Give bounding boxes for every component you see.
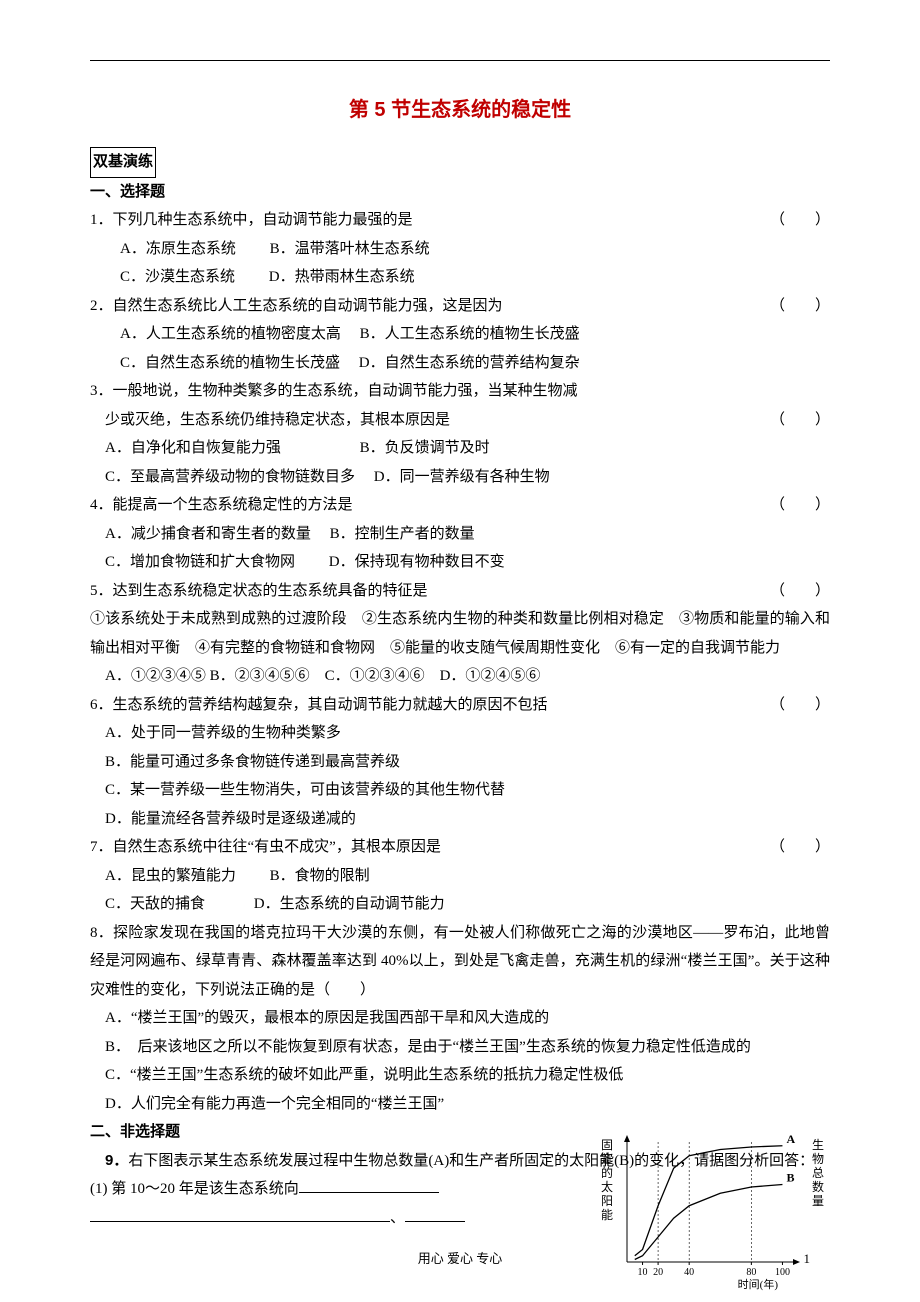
q9-sep: 、: [390, 1210, 405, 1226]
fill-blank-long: [90, 1207, 390, 1222]
q7-stem: 7．自然生态系统中往往“有虫不成灾”，其根本原因是: [90, 833, 770, 862]
q3-optA: A．自净化和自恢复能力强: [105, 440, 281, 456]
q2-optC: C．自然生态系统的植物生长茂盛: [120, 355, 340, 371]
svg-text:A: A: [786, 1132, 795, 1146]
q3-stem-line2: 少或灭绝，生态系统仍维持稳定状态，其根本原因是 （ ）: [90, 406, 830, 435]
q5-opts: A．①②③④⑤ B．②③④⑤⑥ C．①②③④⑥ D．①②④⑤⑥: [90, 662, 830, 691]
svg-text:定: 定: [601, 1151, 613, 1166]
q4-opts-row2: C．增加食物链和扩大食物网 D．保持现有物种数目不变: [90, 548, 830, 577]
q4-stem: 4．能提高一个生态系统稳定性的方法是: [90, 491, 770, 520]
q4-optC: C．增加食物链和扩大食物网: [105, 554, 295, 570]
svg-text:100: 100: [775, 1267, 790, 1278]
section-label-box: 双基演练: [90, 147, 156, 178]
q7-optA: A．昆虫的繁殖能力: [105, 868, 236, 884]
q3-paren: （ ）: [770, 406, 830, 435]
q6-optD: D．能量流经各营养级时是逐级递减的: [90, 805, 830, 834]
q8-optA: A．“楼兰王国”的毁灭，最根本的原因是我国西部干旱和风大造成的: [90, 1004, 830, 1033]
q4-optA: A．减少捕食者和寄生者的数量: [105, 526, 311, 542]
svg-text:太: 太: [601, 1179, 613, 1194]
q1-paren: （ ）: [770, 206, 830, 235]
svg-text:量: 量: [812, 1194, 824, 1208]
q4-paren: （ ）: [770, 491, 830, 520]
q6-optB: B．能量可通过多条食物链传递到最高营养级: [90, 748, 830, 777]
q5-stem-line: 5．达到生态系统稳定状态的生态系统具备的特征是 （ ）: [90, 577, 830, 606]
q8-optC: C．“楼兰王国”生态系统的破坏如此严重，说明此生态系统的抵抗力稳定性极低: [90, 1061, 830, 1090]
svg-text:20: 20: [653, 1267, 663, 1278]
svg-text:10: 10: [638, 1267, 648, 1278]
fill-blank-short: [405, 1207, 465, 1222]
q2-optB: B．人工生态系统的植物生长茂盛: [360, 326, 580, 342]
q2-paren: （ ）: [770, 292, 830, 321]
q3-optB: B．负反馈调节及时: [360, 440, 490, 456]
q7-optD: D．生态系统的自动调节能力: [254, 896, 445, 912]
q4-optD: D．保持现有物种数目不变: [329, 554, 505, 570]
page-title: 第 5 节生态系统的稳定性: [90, 91, 830, 129]
q1-optC: C．沙漠生态系统: [120, 269, 235, 285]
svg-text:的: 的: [601, 1165, 613, 1180]
svg-text:数: 数: [812, 1179, 824, 1194]
q1-stem-line: 1．下列几种生态系统中，自动调节能力最强的是 （ ）: [90, 206, 830, 235]
q2-opts-row1: A．人工生态系统的植物密度太高 B．人工生态系统的植物生长茂盛: [90, 320, 830, 349]
q5-stem: 5．达到生态系统稳定状态的生态系统具备的特征是: [90, 577, 770, 606]
top-rule: [90, 60, 830, 61]
q3-stem2: 少或灭绝，生态系统仍维持稳定状态，其根本原因是: [90, 406, 770, 435]
q8-optD: D．人们完全有能力再造一个完全相同的“楼兰王国”: [90, 1090, 830, 1119]
svg-text:阳: 阳: [601, 1194, 613, 1208]
q6-stem: 6．生态系统的营养结构越复杂，其自动调节能力就越大的原因不包括: [90, 691, 770, 720]
q3-stem-line1: 3．一般地说，生物种类繁多的生态系统，自动调节能力强，当某种生物减: [90, 377, 830, 406]
q9-num: 9．: [105, 1152, 128, 1169]
q7-optB: B．食物的限制: [270, 868, 370, 884]
q6-stem-line: 6．生态系统的营养结构越复杂，其自动调节能力就越大的原因不包括 （ ）: [90, 691, 830, 720]
q3-opts-row1: A．自净化和自恢复能力强 B．负反馈调节及时: [90, 434, 830, 463]
svg-text:40: 40: [684, 1267, 694, 1278]
q9-sub1-pre: (1) 第 10～20 年是该生态系统向: [90, 1181, 299, 1197]
q7-opts-row2: C．天敌的捕食 D．生态系统的自动调节能力: [90, 890, 830, 919]
q7-opts-row1: A．昆虫的繁殖能力 B．食物的限制: [90, 862, 830, 891]
q5-body: ①该系统处于未成熟到成熟的过渡阶段 ②生态系统内生物的种类和数量比例相对稳定 ③…: [90, 605, 830, 662]
svg-text:物: 物: [812, 1152, 824, 1166]
svg-text:能: 能: [601, 1208, 613, 1222]
q9-chart: 10 20 40 80 100 A B 固定的太阳能 生物总数量时间(年): [595, 1127, 830, 1292]
q3-optC: C．至最高营养级动物的食物链数目多: [105, 469, 355, 485]
q6-optA: A．处于同一营养级的生物种类繁多: [90, 719, 830, 748]
q5-paren: （ ）: [770, 577, 830, 606]
q3-opts-row2: C．至最高营养级动物的食物链数目多 D．同一营养级有各种生物: [90, 463, 830, 492]
svg-text:80: 80: [746, 1267, 756, 1278]
q6-paren: （ ）: [770, 691, 830, 720]
q4-stem-line: 4．能提高一个生态系统稳定性的方法是 （ ）: [90, 491, 830, 520]
q2-stem: 2．自然生态系统比人工生态系统的自动调节能力强，这是因为: [90, 292, 770, 321]
svg-text:生: 生: [812, 1138, 824, 1152]
q1-stem: 1．下列几种生态系统中，自动调节能力最强的是: [90, 206, 770, 235]
chart-svg: 10 20 40 80 100 A B 固定的太阳能 生物总数量时间(年): [595, 1127, 830, 1292]
q7-optC: C．天敌的捕食: [105, 896, 205, 912]
q1-opts-row2: C．沙漠生态系统 D．热带雨林生态系统: [90, 263, 830, 292]
q3-optD: D．同一营养级有各种生物: [374, 469, 550, 485]
q7-paren: （ ）: [770, 833, 830, 862]
fill-blank: [299, 1178, 439, 1193]
q2-optA: A．人工生态系统的植物密度太高: [120, 326, 341, 342]
q2-opts-row2: C．自然生态系统的植物生长茂盛 D．自然生态系统的营养结构复杂: [90, 349, 830, 378]
svg-text:固: 固: [601, 1138, 613, 1152]
q1-optD: D．热带雨林生态系统: [269, 269, 415, 285]
svg-text:总: 总: [812, 1166, 824, 1180]
part1-heading: 一、选择题: [90, 178, 830, 207]
q2-optD: D．自然生态系统的营养结构复杂: [359, 355, 580, 371]
q1-opts-row1: A．冻原生态系统 B．温带落叶林生态系统: [90, 235, 830, 264]
svg-text:时间(年): 时间(年): [738, 1277, 779, 1291]
content-body: 双基演练 一、选择题 1．下列几种生态系统中，自动调节能力最强的是 （ ） A．…: [90, 147, 830, 1232]
q4-optB: B．控制生产者的数量: [330, 526, 475, 542]
q1-optB: B．温带落叶林生态系统: [270, 241, 430, 257]
q2-stem-line: 2．自然生态系统比人工生态系统的自动调节能力强，这是因为 （ ）: [90, 292, 830, 321]
q4-opts-row1: A．减少捕食者和寄生者的数量 B．控制生产者的数量: [90, 520, 830, 549]
q7-stem-line: 7．自然生态系统中往往“有虫不成灾”，其根本原因是 （ ）: [90, 833, 830, 862]
q1-optA: A．冻原生态系统: [120, 241, 236, 257]
q6-optC: C．某一营养级一些生物消失，可由该营养级的其他生物代替: [90, 776, 830, 805]
q8-optB: B． 后来该地区之所以不能恢复到原有状态，是由于“楼兰王国”生态系统的恢复力稳定…: [90, 1033, 830, 1062]
q8-stem: 8．探险家发现在我国的塔克拉玛干大沙漠的东侧，有一处被人们称做死亡之海的沙漠地区…: [90, 919, 830, 1005]
svg-text:B: B: [786, 1171, 794, 1185]
